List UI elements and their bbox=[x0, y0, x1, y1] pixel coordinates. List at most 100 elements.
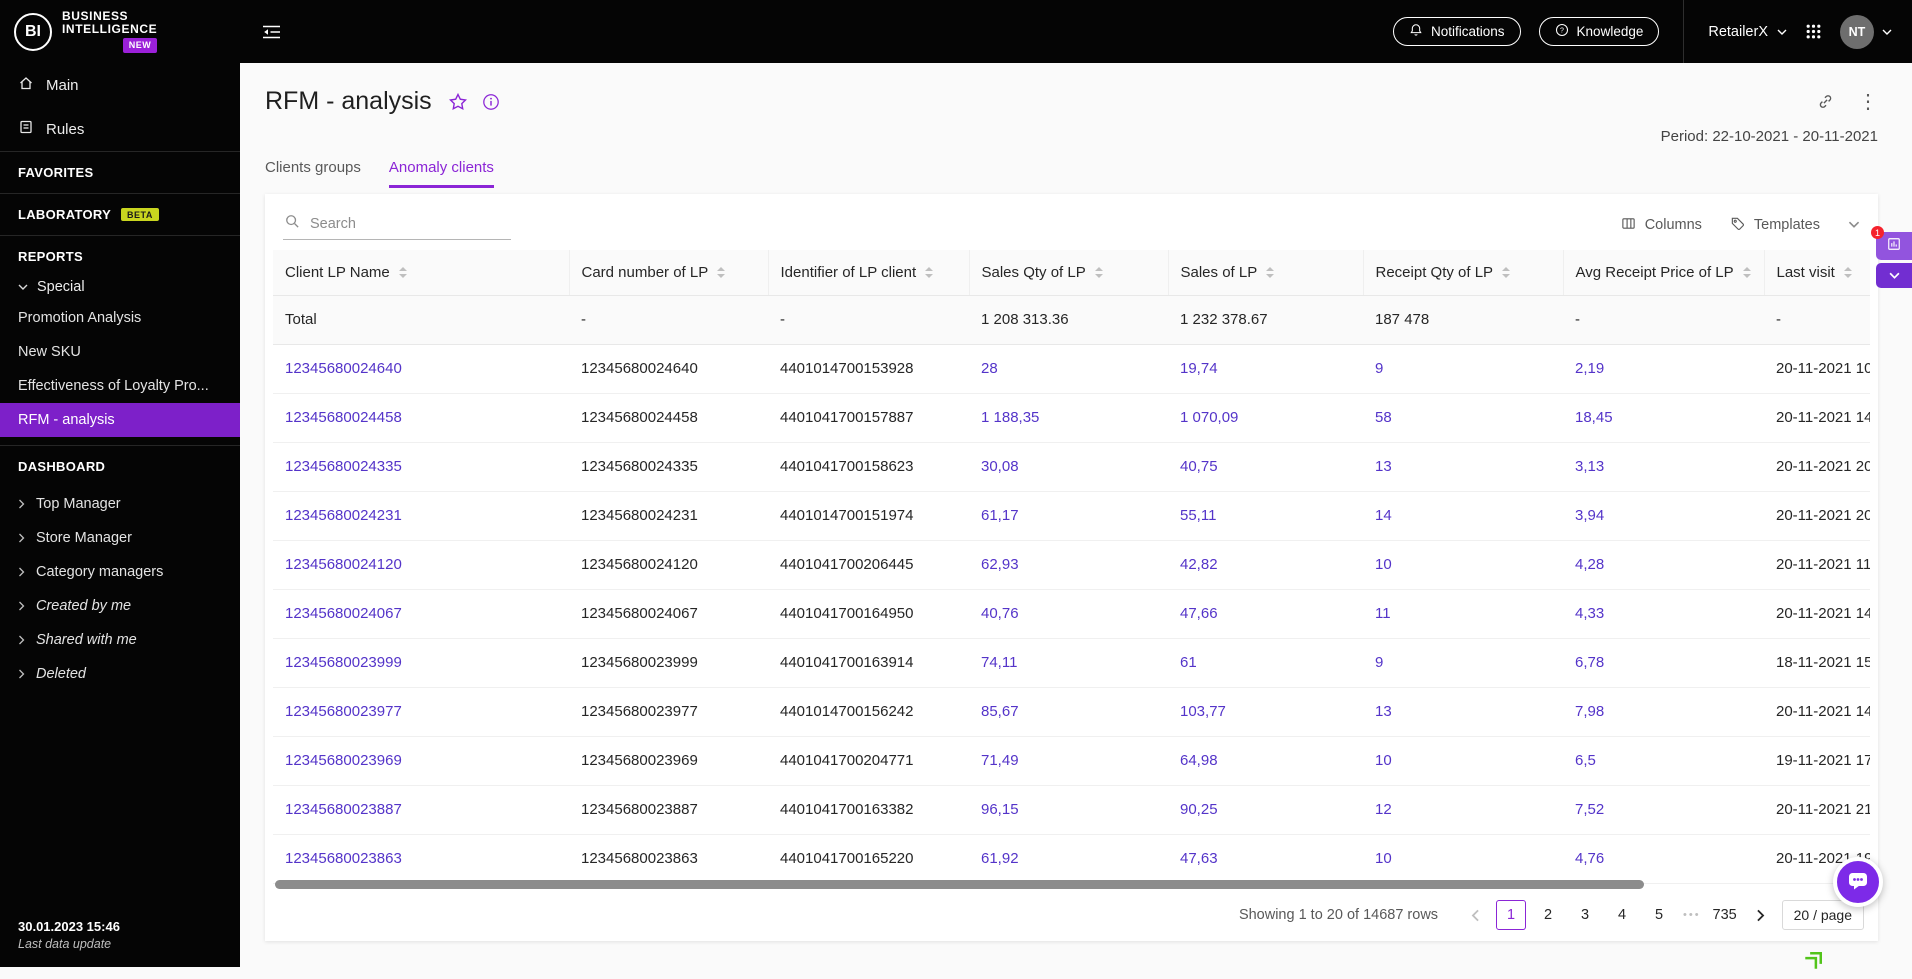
table-cell-link[interactable]: 61 bbox=[1168, 638, 1363, 688]
column-header-sales-qty[interactable]: Sales Qty of LP bbox=[969, 250, 1169, 296]
pagination-page-last[interactable]: 735 bbox=[1710, 900, 1740, 930]
table-cell-link[interactable]: 7,52 bbox=[1563, 785, 1764, 835]
table-cell-link[interactable]: 12345680023863 bbox=[273, 834, 569, 884]
table-cell-link[interactable]: 1 188,35 bbox=[969, 393, 1168, 443]
pagination-ellipsis[interactable]: ••• bbox=[1681, 909, 1703, 921]
table-cell-link[interactable]: 12345680023999 bbox=[273, 638, 569, 688]
table-cell-link[interactable]: 12345680023977 bbox=[273, 687, 569, 737]
table-cell-link[interactable]: 64,98 bbox=[1168, 736, 1363, 786]
table-cell-link[interactable]: 4,76 bbox=[1563, 834, 1764, 884]
column-header-avg-receipt-price[interactable]: Avg Receipt Price of LP bbox=[1563, 250, 1765, 296]
tab-anomaly-clients[interactable]: Anomaly clients bbox=[388, 159, 494, 188]
sidebar-item-shared-with-me[interactable]: Shared with me bbox=[0, 623, 240, 657]
table-cell-link[interactable]: 9 bbox=[1363, 344, 1563, 394]
table-cell-link[interactable]: 12345680024231 bbox=[273, 491, 569, 541]
table-cell-link[interactable]: 12345680024335 bbox=[273, 442, 569, 492]
table-cell-link[interactable]: 10 bbox=[1363, 736, 1563, 786]
column-header-identifier[interactable]: Identifier of LP client bbox=[768, 250, 970, 296]
table-cell-link[interactable]: 30,08 bbox=[969, 442, 1168, 492]
table-cell-link[interactable]: 47,63 bbox=[1168, 834, 1363, 884]
table-cell-link[interactable]: 85,67 bbox=[969, 687, 1168, 737]
column-header-last-visit[interactable]: Last visit bbox=[1764, 250, 1870, 296]
table-cell-link[interactable]: 12345680023969 bbox=[273, 736, 569, 786]
table-cell-link[interactable]: 90,25 bbox=[1168, 785, 1363, 835]
table-cell-link[interactable]: 12345680024458 bbox=[273, 393, 569, 443]
pagination-next-button[interactable] bbox=[1747, 900, 1775, 930]
column-header-sales[interactable]: Sales of LP bbox=[1168, 250, 1364, 296]
sort-icon[interactable] bbox=[1094, 267, 1103, 278]
table-cell-link[interactable]: 6,78 bbox=[1563, 638, 1764, 688]
sidebar-section-dashboard[interactable]: DASHBOARD bbox=[0, 445, 240, 487]
table-cell-link[interactable]: 13 bbox=[1363, 442, 1563, 492]
table-cell-link[interactable]: 11 bbox=[1363, 589, 1563, 639]
notifications-button[interactable]: Notifications bbox=[1393, 17, 1521, 46]
column-header-receipt-qty[interactable]: Receipt Qty of LP bbox=[1363, 250, 1564, 296]
sidebar-item-deleted[interactable]: Deleted bbox=[0, 657, 240, 691]
table-cell-link[interactable]: 4,33 bbox=[1563, 589, 1764, 639]
sidebar-item-top-manager[interactable]: Top Manager bbox=[0, 487, 240, 521]
sidebar-item-store-manager[interactable]: Store Manager bbox=[0, 521, 240, 555]
sidebar-item-rfm-analysis[interactable]: RFM - analysis bbox=[0, 403, 240, 437]
reports-group-special[interactable]: Special bbox=[0, 277, 240, 301]
table-cell-link[interactable]: 55,11 bbox=[1168, 491, 1363, 541]
search-input[interactable] bbox=[308, 214, 509, 233]
chat-widget-button[interactable] bbox=[1833, 857, 1883, 907]
column-header-card-number[interactable]: Card number of LP bbox=[569, 250, 769, 296]
table-cell-link[interactable]: 103,77 bbox=[1168, 687, 1363, 737]
table-cell-link[interactable]: 9 bbox=[1363, 638, 1563, 688]
columns-button[interactable]: Columns bbox=[1621, 216, 1702, 235]
apps-grid-icon[interactable] bbox=[1805, 23, 1822, 40]
table-cell-link[interactable]: 12345680024640 bbox=[273, 344, 569, 394]
table-cell-link[interactable]: 61,92 bbox=[969, 834, 1168, 884]
sort-icon[interactable] bbox=[1502, 267, 1511, 278]
table-cell-link[interactable]: 10 bbox=[1363, 540, 1563, 590]
sidebar-section-favorites[interactable]: FAVORITES bbox=[0, 151, 240, 193]
templates-button[interactable]: Templates bbox=[1730, 216, 1820, 235]
more-options-icon[interactable] bbox=[1858, 92, 1878, 112]
table-cell-link[interactable]: 74,11 bbox=[969, 638, 1168, 688]
favorite-star-icon[interactable] bbox=[448, 92, 468, 112]
table-cell-link[interactable]: 40,75 bbox=[1168, 442, 1363, 492]
pagination-page-1[interactable]: 1 bbox=[1496, 900, 1527, 930]
table-cell-link[interactable]: 71,49 bbox=[969, 736, 1168, 786]
table-cell-link[interactable]: 19,74 bbox=[1168, 344, 1363, 394]
table-cell-link[interactable]: 4,28 bbox=[1563, 540, 1764, 590]
table-cell-link[interactable]: 62,93 bbox=[969, 540, 1168, 590]
org-switcher[interactable]: RetailerX bbox=[1708, 24, 1787, 40]
user-menu[interactable]: NT bbox=[1840, 14, 1892, 49]
tab-clients-groups[interactable]: Clients groups bbox=[265, 159, 361, 188]
sidebar-section-reports[interactable]: REPORTS bbox=[0, 235, 240, 277]
sort-icon[interactable] bbox=[398, 267, 407, 278]
sort-icon[interactable] bbox=[1843, 267, 1852, 278]
table-cell-link[interactable]: 3,13 bbox=[1563, 442, 1764, 492]
sidebar-item-rules[interactable]: Rules bbox=[0, 107, 240, 151]
copy-link-icon[interactable] bbox=[1817, 93, 1834, 110]
table-cell-link[interactable]: 12 bbox=[1363, 785, 1563, 835]
table-cell-link[interactable]: 42,82 bbox=[1168, 540, 1363, 590]
app-logo[interactable]: BI BUSINESS INTELLIGENCE NEW bbox=[0, 0, 240, 63]
table-cell-link[interactable]: 96,15 bbox=[969, 785, 1168, 835]
pagination-page-5[interactable]: 5 bbox=[1644, 900, 1674, 930]
table-cell-link[interactable]: 1 070,09 bbox=[1168, 393, 1363, 443]
sort-icon[interactable] bbox=[1266, 267, 1275, 278]
table-cell-link[interactable]: 10 bbox=[1363, 834, 1563, 884]
table-cell-link[interactable]: 12345680024120 bbox=[273, 540, 569, 590]
sort-icon[interactable] bbox=[717, 267, 726, 278]
sort-icon[interactable] bbox=[1742, 267, 1751, 278]
side-panel-toggle[interactable]: 1 bbox=[1871, 226, 1912, 260]
table-cell-link[interactable]: 7,98 bbox=[1563, 687, 1764, 737]
table-cell-link[interactable]: 6,5 bbox=[1563, 736, 1764, 786]
sidebar-item-main[interactable]: Main bbox=[0, 63, 240, 107]
table-cell-link[interactable]: 58 bbox=[1363, 393, 1563, 443]
sort-icon[interactable] bbox=[925, 267, 934, 278]
table-cell-link[interactable]: 28 bbox=[969, 344, 1168, 394]
knowledge-button[interactable]: ? Knowledge bbox=[1538, 17, 1660, 46]
info-icon[interactable] bbox=[482, 93, 500, 111]
pagination-prev-button[interactable] bbox=[1461, 900, 1489, 930]
sidebar-item-promotion-analysis[interactable]: Promotion Analysis bbox=[0, 301, 240, 335]
table-cell-link[interactable]: 14 bbox=[1363, 491, 1563, 541]
sidebar-collapse-icon[interactable] bbox=[262, 24, 281, 40]
sidebar-item-created-by-me[interactable]: Created by me bbox=[0, 589, 240, 623]
pagination-page-4[interactable]: 4 bbox=[1607, 900, 1637, 930]
table-cell-link[interactable]: 12345680024067 bbox=[273, 589, 569, 639]
